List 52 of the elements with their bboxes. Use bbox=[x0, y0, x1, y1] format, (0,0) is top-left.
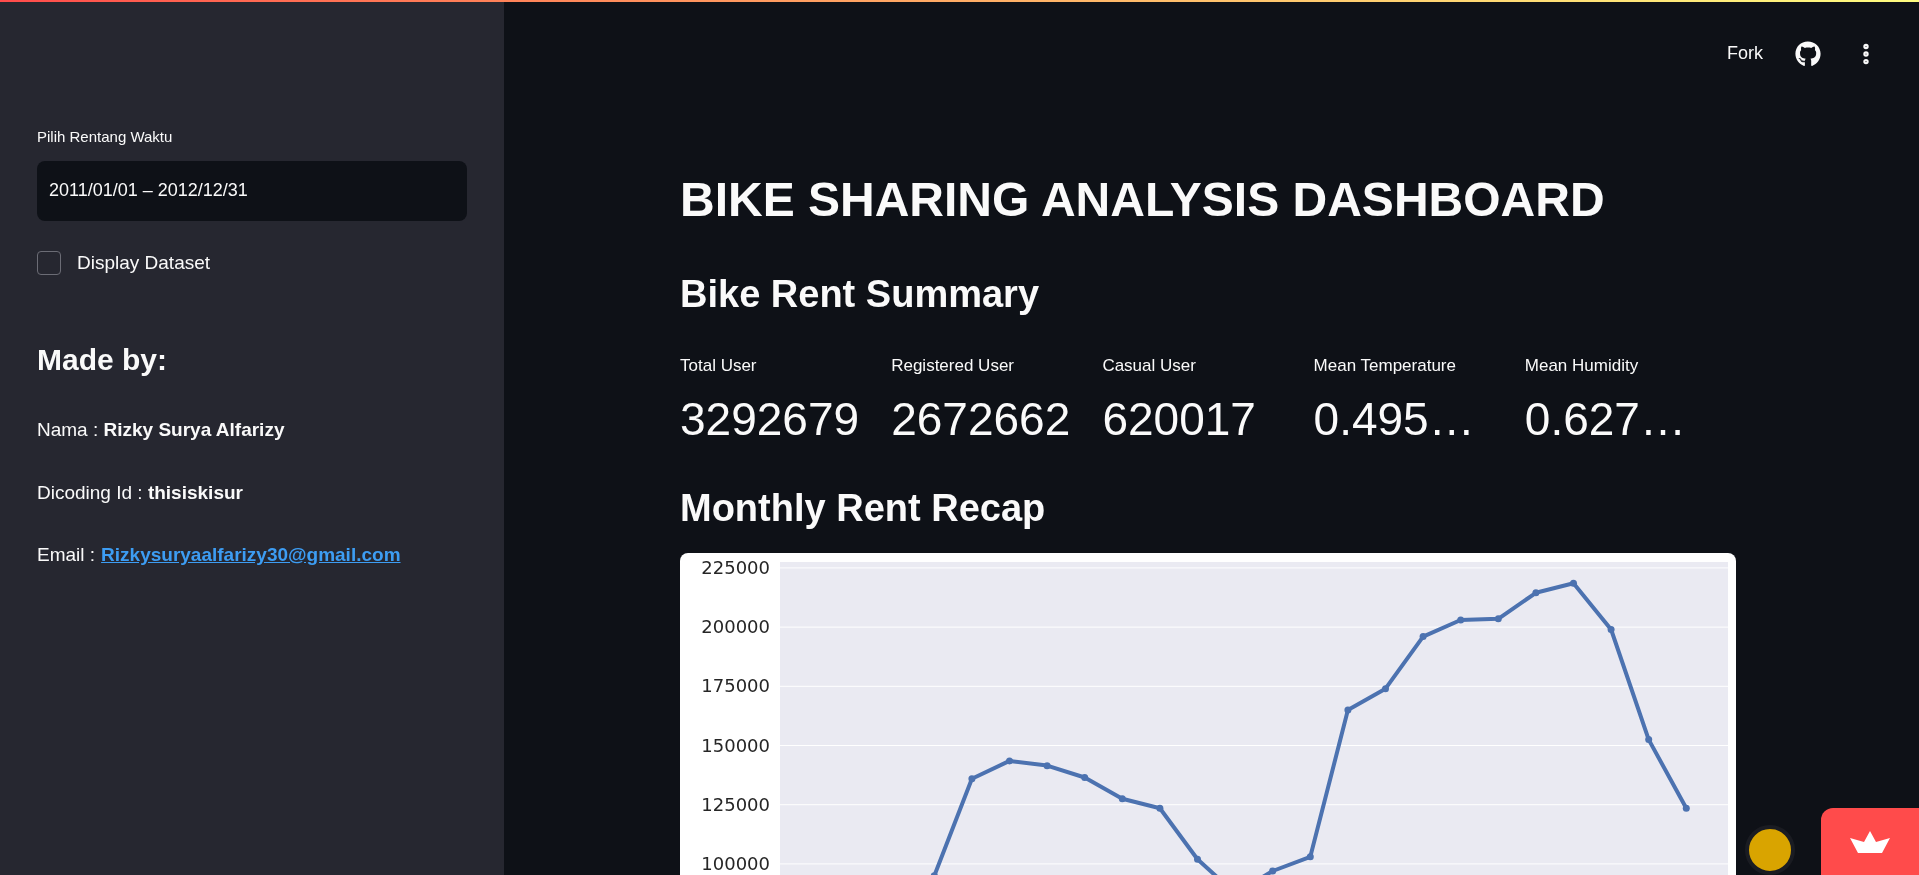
made-by-heading: Made by: bbox=[37, 342, 169, 378]
metric-label: Casual User bbox=[1102, 355, 1197, 377]
metric-value: 3292679 bbox=[680, 391, 861, 447]
author-info-text: Dicoding Id : thisiskisur bbox=[37, 480, 244, 505]
y-tick-label: 150000 bbox=[701, 734, 770, 756]
y-tick-label: 175000 bbox=[701, 675, 770, 697]
point bbox=[1344, 706, 1352, 714]
metric-label: Registered User bbox=[891, 355, 1015, 377]
section-heading: Bike Rent Summary bbox=[680, 272, 1040, 317]
point bbox=[1645, 736, 1653, 744]
metric-label: Mean Temperature bbox=[1313, 355, 1457, 377]
page-title: BIKE SHARING ANALYSIS DASHBOARD bbox=[680, 172, 1606, 228]
metric-value: 2672662 bbox=[891, 391, 1072, 447]
y-tick-label: 100000 bbox=[701, 852, 770, 874]
metric-label: Mean Humidity bbox=[1524, 355, 1640, 377]
metric-value: 0.627… bbox=[1524, 391, 1687, 447]
metric-value: 0.495… bbox=[1313, 391, 1476, 447]
email-label: Email : bbox=[37, 543, 96, 567]
point bbox=[1006, 757, 1013, 765]
section-heading: Monthly Rent Recap bbox=[680, 486, 1047, 531]
point bbox=[1269, 867, 1277, 875]
y-tick-label: 125000 bbox=[701, 793, 770, 815]
point bbox=[1607, 625, 1615, 633]
checkbox-label: Display Dataset bbox=[77, 250, 211, 275]
point bbox=[1382, 685, 1389, 693]
metric-value: 620017 bbox=[1102, 391, 1257, 447]
author-info-text: Nama : Rizky Surya Alfarizy bbox=[37, 418, 286, 442]
point bbox=[1306, 853, 1314, 861]
point bbox=[968, 775, 976, 783]
y-tick-label: 225000 bbox=[701, 556, 770, 578]
point bbox=[1494, 615, 1502, 623]
metric-label: Total User bbox=[680, 355, 758, 377]
boat-icon bbox=[1850, 830, 1890, 853]
date-range-input[interactable]: 2011/01/01 – 2012/12/31 bbox=[37, 160, 467, 221]
email-link[interactable]: Rizkysuryaalfarizy30@gmail.com bbox=[101, 541, 401, 570]
date-range-label: Pilih Rentang Waktu bbox=[37, 127, 174, 147]
point bbox=[1570, 579, 1577, 587]
checkbox[interactable] bbox=[37, 250, 61, 275]
point bbox=[1532, 589, 1540, 597]
point bbox=[1682, 804, 1690, 812]
point bbox=[1156, 804, 1164, 812]
point bbox=[1118, 795, 1126, 803]
point bbox=[1043, 762, 1051, 770]
point bbox=[1081, 773, 1089, 781]
github-icon[interactable] bbox=[1795, 40, 1821, 67]
point bbox=[1419, 633, 1427, 641]
point bbox=[1457, 616, 1465, 624]
point bbox=[1194, 855, 1201, 863]
avatar[interactable] bbox=[1745, 825, 1795, 875]
y-tick-label: 200000 bbox=[701, 616, 770, 638]
app-badge[interactable] bbox=[1821, 808, 1919, 875]
fork-button[interactable]: Fork bbox=[1727, 40, 1763, 67]
